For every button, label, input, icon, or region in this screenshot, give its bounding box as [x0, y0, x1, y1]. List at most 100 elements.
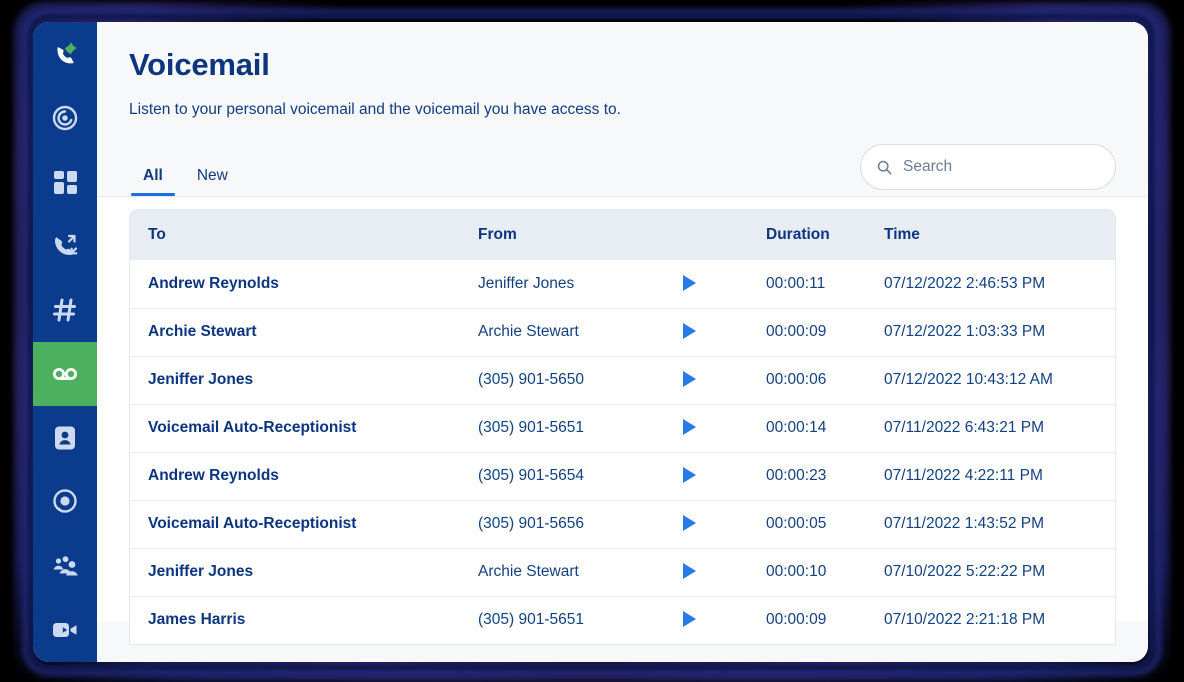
- search-box[interactable]: [860, 144, 1116, 191]
- tabs-and-search-row: All New: [129, 141, 1116, 197]
- cell-time: 07/11/2022 6:43:21 PM: [866, 403, 1115, 453]
- cell-time: 07/11/2022 4:22:11 PM: [866, 451, 1115, 501]
- cell-time: 07/10/2022 5:22:22 PM: [866, 547, 1115, 597]
- people-group-icon: [53, 556, 78, 576]
- column-header-duration[interactable]: Duration: [748, 210, 866, 261]
- voicemail-table-region: To From Duration Time Andrew Reynolds Jen…: [97, 197, 1148, 646]
- search-input[interactable]: [903, 158, 1099, 177]
- voicemail-icon: [53, 367, 77, 380]
- table-body: Andrew Reynolds Jeniffer Jones 00:00:11 07/…: [130, 260, 1115, 645]
- column-header-from[interactable]: From: [460, 210, 678, 261]
- table-row[interactable]: Andrew Reynolds (305) 901-5654 00:00:23 07/…: [130, 451, 1115, 501]
- page-header: Voicemail Listen to your personal voicem…: [97, 22, 1148, 197]
- play-icon[interactable]: [678, 560, 700, 582]
- tab-all[interactable]: All: [129, 167, 177, 197]
- cell-time: 07/11/2022 1:43:52 PM: [866, 499, 1115, 549]
- play-icon[interactable]: [678, 320, 700, 342]
- cell-to: Andrew Reynolds: [148, 274, 279, 292]
- nextiva-phone-logo-icon: [57, 42, 78, 64]
- cell-to: Jeniffer Jones: [130, 355, 460, 405]
- table-head: To From Duration Time: [130, 210, 1115, 261]
- contact-card-icon: [55, 426, 75, 450]
- cell-time: 07/12/2022 10:43:12 AM: [866, 355, 1115, 405]
- app-window: Voicemail Listen to your personal voicem…: [33, 22, 1148, 662]
- table-header-row: To From Duration Time: [130, 210, 1115, 261]
- cell-duration: 00:00:09: [748, 595, 866, 645]
- cell-from: (305) 901-5656: [460, 499, 678, 549]
- call-transfer-icon: [55, 234, 78, 255]
- dashboard-grid-icon: [53, 170, 77, 194]
- cell-from: (305) 901-5651: [460, 403, 678, 453]
- cell-play[interactable]: [678, 595, 748, 645]
- app-logo[interactable]: [33, 22, 97, 86]
- cell-duration: 00:00:11: [766, 274, 826, 292]
- cell-time: 07/12/2022 2:46:53 PM: [884, 274, 1046, 292]
- cell-from: (305) 901-5650: [460, 355, 678, 405]
- cell-play[interactable]: [678, 307, 748, 357]
- cell-play[interactable]: [678, 499, 748, 549]
- sidebar-item-history[interactable]: [33, 86, 97, 150]
- sidebar-item-rooms[interactable]: [33, 278, 97, 342]
- page-subtitle: Listen to your personal voicemail and th…: [129, 101, 621, 119]
- play-icon[interactable]: [678, 416, 700, 438]
- sidebar-item-support[interactable]: [33, 470, 97, 534]
- table-row[interactable]: Jeniffer Jones Archie Stewart 00:00:10 07/1…: [130, 547, 1115, 597]
- cell-from: Jeniffer Jones: [478, 274, 575, 292]
- cell-from: Archie Stewart: [460, 307, 678, 357]
- cell-to: Jeniffer Jones: [130, 547, 460, 597]
- play-icon[interactable]: [678, 464, 700, 486]
- play-icon[interactable]: [678, 512, 700, 534]
- voicemail-table: To From Duration Time Andrew Reynolds Jen…: [130, 210, 1115, 645]
- cell-play[interactable]: [678, 260, 748, 308]
- cell-to: Archie Stewart: [130, 307, 460, 357]
- cell-duration: 00:00:14: [748, 403, 866, 453]
- cell-duration: 00:00:06: [748, 355, 866, 405]
- table-row[interactable]: Voicemail Auto-Receptionist (305) 901-565…: [130, 499, 1115, 549]
- cell-from: (305) 901-5654: [460, 451, 678, 501]
- cell-play[interactable]: [678, 451, 748, 501]
- cell-to: Andrew Reynolds: [130, 451, 460, 501]
- hash-keypad-icon: [53, 298, 76, 322]
- column-header-play: [678, 210, 748, 261]
- sidebar-item-dashboard[interactable]: [33, 150, 97, 214]
- cell-play[interactable]: [678, 547, 748, 597]
- tab-new[interactable]: New: [183, 167, 242, 196]
- search-icon: [877, 160, 892, 175]
- cell-duration: 00:00:05: [748, 499, 866, 549]
- table-row[interactable]: Archie Stewart Archie Stewart 00:00:09 07/1…: [130, 307, 1115, 357]
- main-content: Voicemail Listen to your personal voicem…: [97, 22, 1148, 662]
- table-row[interactable]: Jeniffer Jones (305) 901-5650 00:00:06 07/1…: [130, 355, 1115, 405]
- sidebar-item-voicemail[interactable]: [33, 342, 97, 406]
- cell-from: Archie Stewart: [460, 547, 678, 597]
- play-icon[interactable]: [678, 368, 700, 390]
- cell-time: 07/10/2022 2:21:18 PM: [866, 595, 1115, 645]
- video-camera-icon: [53, 623, 77, 637]
- sidebar-item-calls[interactable]: [33, 214, 97, 278]
- column-header-to[interactable]: To: [130, 210, 460, 261]
- cell-to: Voicemail Auto-Receptionist: [130, 499, 460, 549]
- play-icon[interactable]: [678, 608, 700, 630]
- table-row[interactable]: James Harris (305) 901-5651 00:00:09 07/10/…: [130, 595, 1115, 645]
- call-history-icon: [52, 105, 78, 131]
- cell-play[interactable]: [678, 403, 748, 453]
- page-title: Voicemail: [129, 47, 270, 82]
- cell-to: Voicemail Auto-Receptionist: [130, 403, 460, 453]
- sidebar-item-teams[interactable]: [33, 534, 97, 598]
- table-row[interactable]: Voicemail Auto-Receptionist (305) 901-565…: [130, 403, 1115, 453]
- column-header-time[interactable]: Time: [866, 210, 1115, 261]
- sidebar-item-contacts[interactable]: [33, 406, 97, 470]
- sidebar: [33, 22, 97, 662]
- cell-duration: 00:00:10: [748, 547, 866, 597]
- tab-list: All New: [129, 141, 242, 197]
- cell-play[interactable]: [678, 355, 748, 405]
- cell-duration: 00:00:09: [748, 307, 866, 357]
- headset-icon: [53, 489, 77, 513]
- cell-to: James Harris: [130, 595, 460, 645]
- cell-duration: 00:00:23: [748, 451, 866, 501]
- voicemail-table-card: To From Duration Time Andrew Reynolds Jen…: [129, 209, 1116, 646]
- table-row[interactable]: Andrew Reynolds Jeniffer Jones 00:00:11 07/…: [130, 260, 1115, 308]
- cell-from: (305) 901-5651: [460, 595, 678, 645]
- sidebar-item-video[interactable]: [33, 598, 97, 662]
- play-icon[interactable]: [678, 272, 700, 294]
- cell-time: 07/12/2022 1:03:33 PM: [866, 307, 1115, 357]
